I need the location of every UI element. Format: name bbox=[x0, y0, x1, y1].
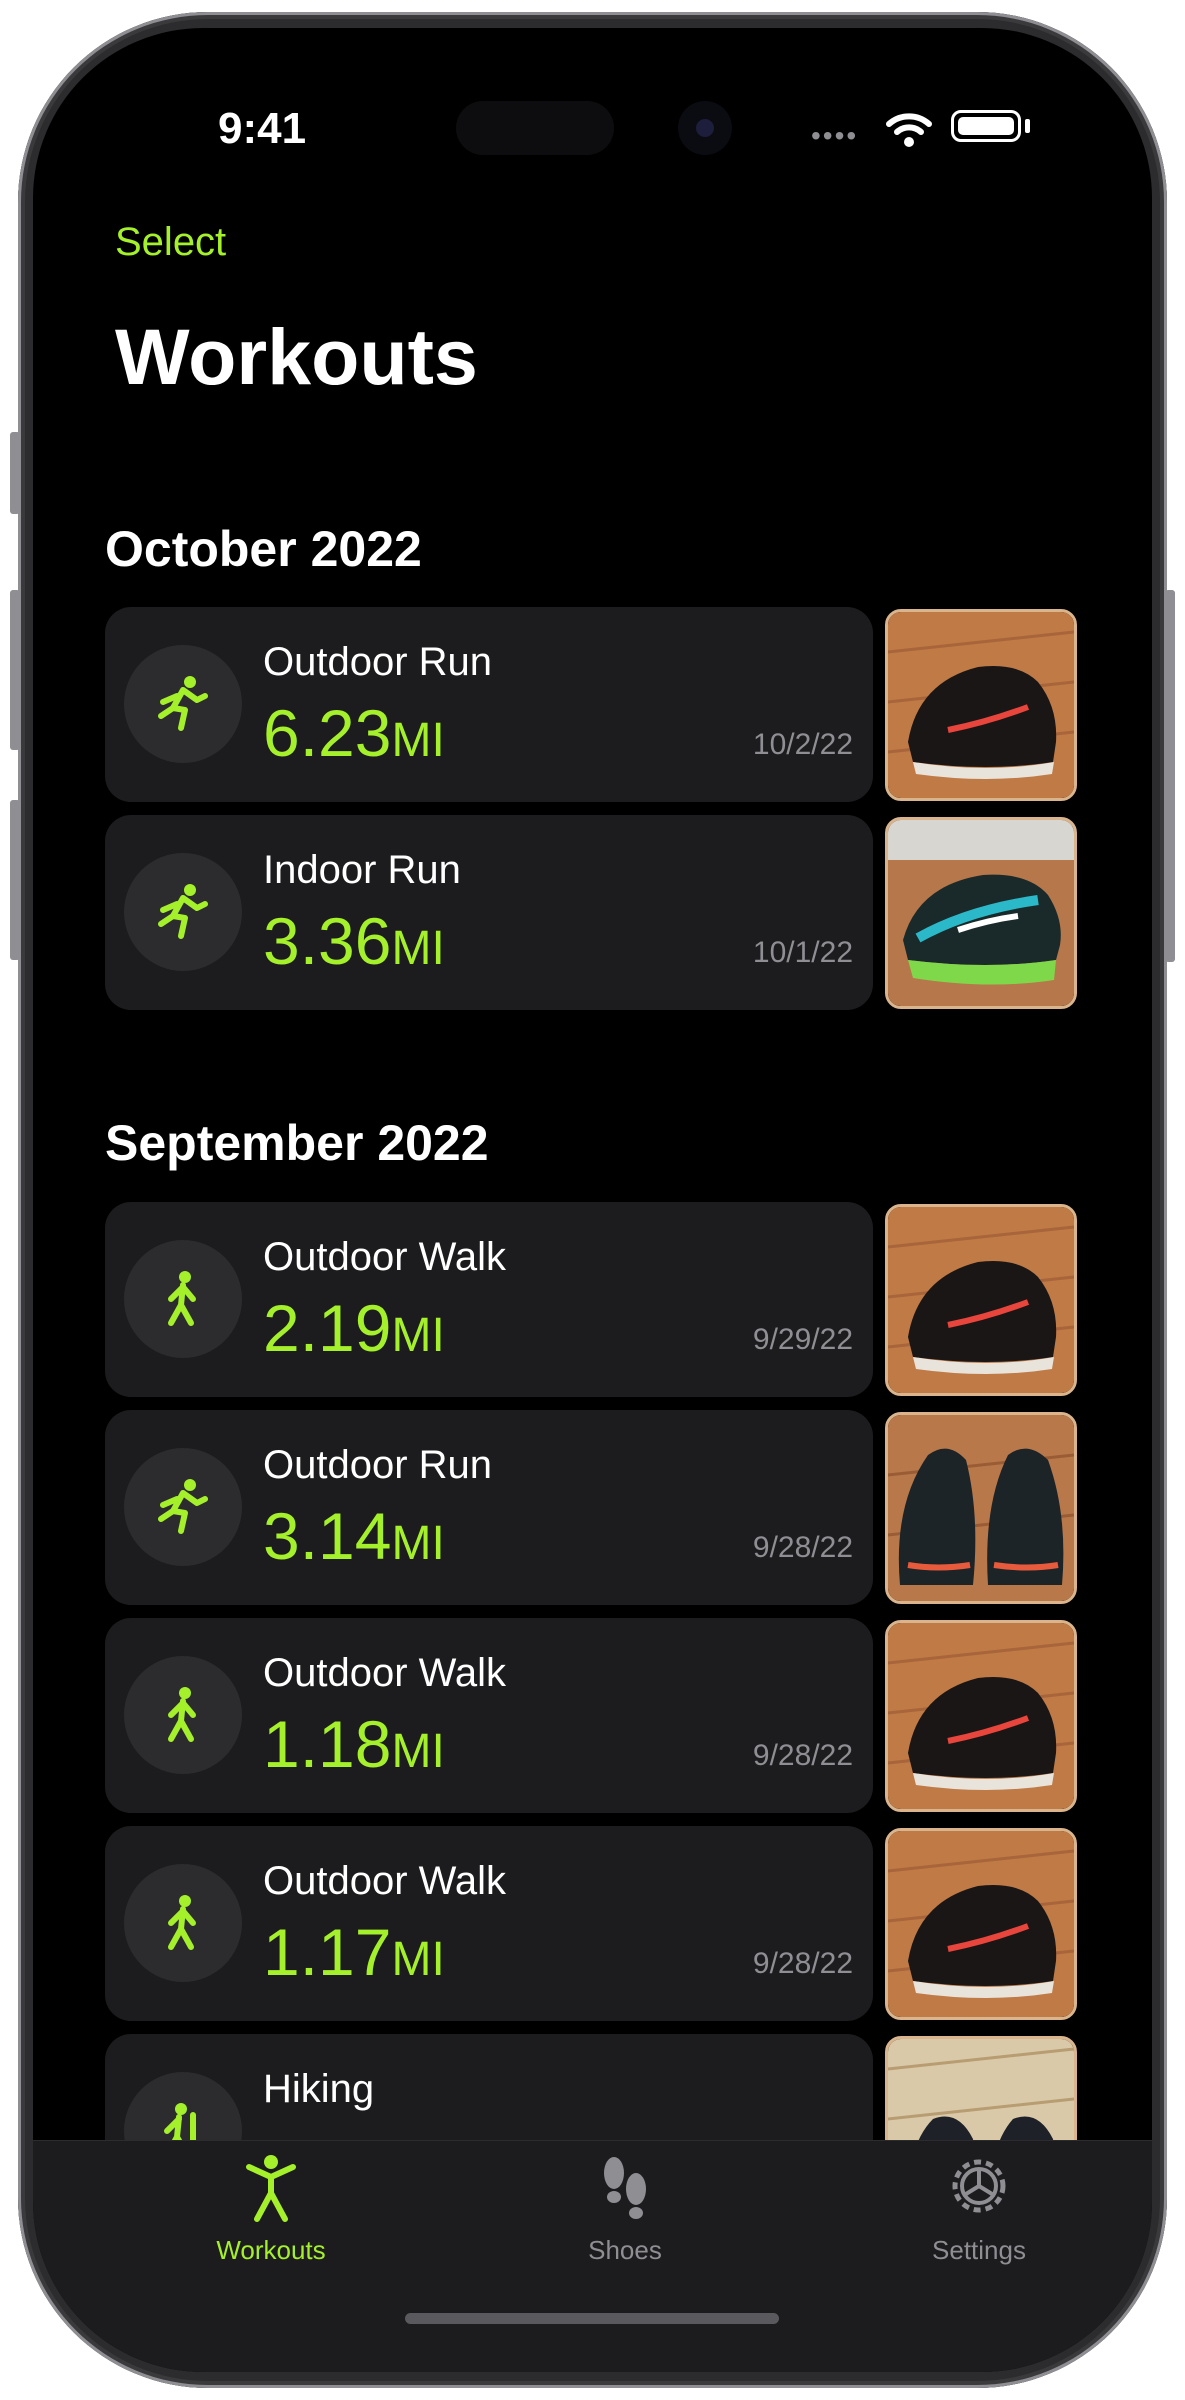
workout-date: 10/1/22 bbox=[752, 936, 853, 969]
tab-workouts[interactable]: Workouts bbox=[151, 2141, 391, 2271]
status-time: 9:41 bbox=[218, 104, 307, 153]
power-button bbox=[1165, 590, 1175, 962]
shoe-thumbnail[interactable] bbox=[885, 1412, 1077, 1604]
workout-card[interactable]: Outdoor Walk 1.17MI 9/28/22 bbox=[105, 1826, 873, 2021]
workout-distance: 3.14MI bbox=[263, 1498, 445, 1574]
wifi-icon bbox=[885, 110, 933, 155]
distance-unit: MI bbox=[391, 1309, 445, 1362]
distance-unit: MI bbox=[391, 714, 445, 767]
workout-card[interactable]: Outdoor Walk 2.19MI 9/29/22 bbox=[105, 1202, 873, 1397]
shoe-thumbnail[interactable] bbox=[885, 1620, 1077, 1812]
workout-date: 9/28/22 bbox=[752, 1947, 853, 1980]
distance-value: 1.18 bbox=[263, 1707, 392, 1781]
workout-date: 10/2/22 bbox=[752, 728, 853, 761]
workout-icon-circle bbox=[124, 1656, 242, 1774]
running-icon bbox=[158, 676, 208, 731]
distance-value: 6.23 bbox=[263, 696, 392, 770]
section-title: September 2022 bbox=[105, 1115, 489, 1171]
gear-icon bbox=[952, 2159, 1006, 2213]
tab-shoes[interactable]: Shoes bbox=[505, 2141, 745, 2271]
shoe-thumbnail[interactable] bbox=[885, 817, 1077, 1009]
figure-icon bbox=[246, 2155, 296, 2222]
workout-icon-circle bbox=[124, 853, 242, 971]
walking-icon bbox=[168, 1687, 196, 1742]
distance-unit: MI bbox=[391, 1725, 445, 1778]
workout-icon-circle bbox=[124, 645, 242, 763]
workout-icon-circle bbox=[124, 1864, 242, 1982]
volume-up-button bbox=[10, 590, 20, 750]
workout-card[interactable]: Outdoor Walk 1.18MI 9/28/22 bbox=[105, 1618, 873, 1813]
dynamic-island bbox=[456, 101, 614, 155]
workout-type: Outdoor Walk bbox=[263, 1651, 507, 1695]
tab-label: Shoes bbox=[588, 2235, 662, 2265]
workout-type: Outdoor Walk bbox=[263, 1859, 507, 1903]
distance-value: 3.14 bbox=[263, 1499, 392, 1573]
shoe-thumbnail[interactable] bbox=[885, 1204, 1077, 1396]
camera-icon bbox=[678, 101, 732, 155]
distance-unit: MI bbox=[391, 922, 445, 975]
workout-distance: 6.23MI bbox=[263, 695, 445, 771]
page-title: Workouts bbox=[115, 312, 478, 401]
distance-value: 3.36 bbox=[263, 904, 392, 978]
distance-value: 2.19 bbox=[263, 1291, 392, 1365]
status-bar: 9:41 •••• bbox=[33, 28, 1152, 155]
select-button[interactable]: Select bbox=[115, 220, 226, 265]
walking-icon bbox=[168, 1271, 196, 1326]
workout-type: Outdoor Run bbox=[263, 1443, 493, 1487]
workout-card[interactable]: Outdoor Run 3.14MI 9/28/22 bbox=[105, 1410, 873, 1605]
workout-type: Indoor Run bbox=[263, 848, 461, 892]
workout-date: 9/28/22 bbox=[752, 1531, 853, 1564]
action-button bbox=[10, 432, 20, 514]
workout-type: Hiking bbox=[263, 2067, 375, 2111]
section-title: October 2022 bbox=[105, 521, 422, 577]
battery-cap bbox=[1025, 119, 1030, 133]
workout-date: 9/28/22 bbox=[752, 1739, 853, 1772]
tab-bar: Workouts Shoes Settings bbox=[33, 2140, 1152, 2372]
distance-unit: MI bbox=[391, 1517, 445, 1570]
tab-label: Workouts bbox=[216, 2235, 326, 2265]
screen: 9:41 •••• Select Workouts October 2022 O… bbox=[33, 28, 1152, 2372]
distance-value: 1.17 bbox=[263, 1915, 392, 1989]
battery-icon bbox=[951, 110, 1021, 142]
workout-icon-circle bbox=[124, 1448, 242, 1566]
shoe-thumbnail[interactable] bbox=[885, 609, 1077, 801]
workout-icon-circle bbox=[124, 1240, 242, 1358]
workout-distance: 2.19MI bbox=[263, 1290, 445, 1366]
running-icon bbox=[158, 1479, 208, 1534]
tab-label: Settings bbox=[932, 2235, 1026, 2265]
workout-date: 9/29/22 bbox=[752, 1323, 853, 1356]
workout-distance: 3.36MI bbox=[263, 903, 445, 979]
workout-card[interactable]: Outdoor Run 6.23MI 10/2/22 bbox=[105, 607, 873, 802]
home-indicator[interactable] bbox=[405, 2313, 779, 2324]
distance-unit: MI bbox=[391, 1933, 445, 1986]
walking-icon bbox=[168, 1895, 196, 1950]
footprints-icon bbox=[604, 2157, 646, 2219]
workout-distance: 1.17MI bbox=[263, 1914, 445, 1990]
workout-card[interactable]: Indoor Run 3.36MI 10/1/22 bbox=[105, 815, 873, 1010]
signal-icon: •••• bbox=[811, 120, 859, 151]
workout-type: Outdoor Run bbox=[263, 640, 493, 684]
running-icon bbox=[158, 884, 208, 939]
volume-down-button bbox=[10, 800, 20, 960]
battery-level bbox=[958, 117, 1014, 135]
shoe-thumbnail[interactable] bbox=[885, 1828, 1077, 2020]
workout-distance: 1.18MI bbox=[263, 1706, 445, 1782]
tab-settings[interactable]: Settings bbox=[859, 2141, 1099, 2271]
workout-type: Outdoor Walk bbox=[263, 1235, 507, 1279]
